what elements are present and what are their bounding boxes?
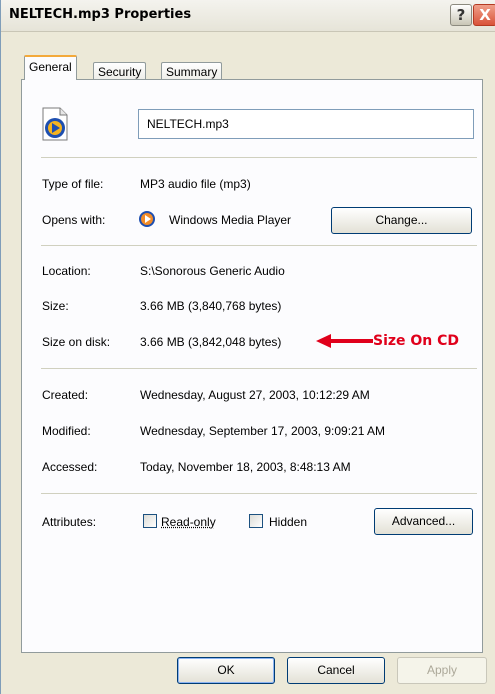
location-value: S:\Sonorous Generic Audio: [140, 264, 285, 278]
attributes-label: Attributes:: [42, 515, 97, 529]
readonly-label[interactable]: Read-only: [161, 515, 216, 529]
media-file-icon: [42, 107, 68, 141]
general-tab-panel: [21, 79, 483, 653]
change-button[interactable]: Change...: [331, 207, 472, 234]
help-button[interactable]: ?: [450, 4, 472, 26]
annotation-arrow-icon: [316, 334, 373, 348]
separator: [41, 245, 477, 246]
readonly-checkbox[interactable]: [143, 514, 157, 528]
created-value: Wednesday, August 27, 2003, 10:12:29 AM: [140, 388, 370, 402]
separator: [41, 157, 477, 158]
modified-label: Modified:: [42, 424, 91, 438]
created-label: Created:: [42, 388, 89, 402]
size-on-cd-annotation: Size On CD: [373, 333, 460, 349]
title-bar[interactable]: NELTECH.mp3 Properties ? X: [1, 0, 495, 32]
size-value: 3.66 MB (3,840,768 bytes): [140, 299, 282, 313]
apply-button[interactable]: Apply: [397, 657, 487, 684]
tab-general[interactable]: General: [24, 55, 77, 80]
size-on-disk-value: 3.66 MB (3,842,048 bytes): [140, 335, 282, 349]
type-of-file-label: Type of file:: [42, 177, 104, 191]
hidden-label[interactable]: Hidden: [269, 515, 307, 529]
window-title: NELTECH.mp3 Properties: [9, 7, 192, 22]
advanced-button[interactable]: Advanced...: [374, 508, 473, 535]
size-on-disk-label: Size on disk:: [42, 335, 111, 349]
opens-with-label: Opens with:: [42, 213, 106, 227]
properties-dialog: NELTECH.mp3 Properties ? X General Secur…: [0, 0, 495, 694]
modified-value: Wednesday, September 17, 2003, 9:09:21 A…: [140, 424, 386, 438]
size-label: Size:: [42, 299, 69, 313]
accessed-value: Today, November 18, 2003, 8:48:13 AM: [140, 460, 351, 474]
close-button[interactable]: X: [473, 4, 495, 26]
ok-button[interactable]: OK: [177, 657, 275, 684]
type-of-file-value: MP3 audio file (mp3): [140, 177, 251, 191]
accessed-label: Accessed:: [42, 460, 98, 474]
file-name-input[interactable]: [138, 109, 474, 139]
cancel-button[interactable]: Cancel: [287, 657, 385, 684]
separator: [41, 368, 477, 369]
location-label: Location:: [42, 264, 91, 278]
hidden-checkbox[interactable]: [249, 514, 263, 528]
opens-with-value: Windows Media Player: [169, 213, 292, 227]
windows-media-player-icon: [139, 211, 155, 227]
separator: [41, 493, 477, 494]
